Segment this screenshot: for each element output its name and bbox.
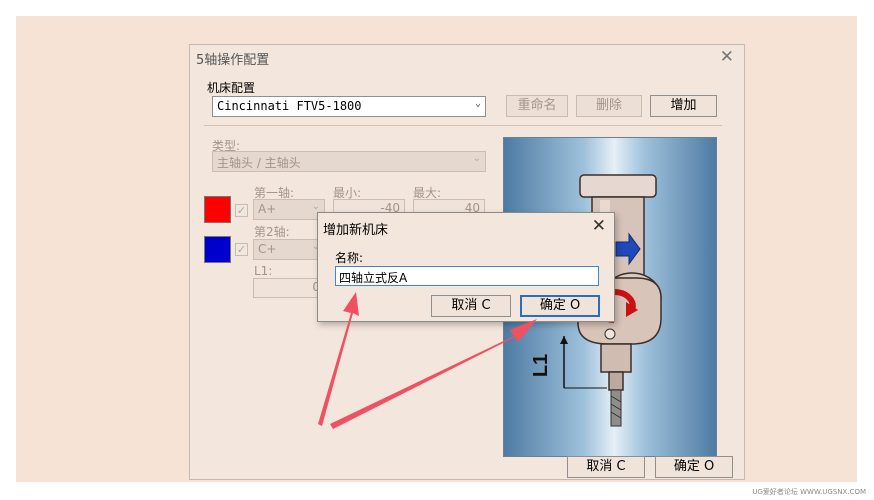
annotation-arrow-right [330,319,537,429]
annotation-arrow-left [318,292,359,426]
watermark: UG爱好者论坛 WWW.UGSNX.COM [752,488,866,496]
annotation-arrows [318,292,537,429]
